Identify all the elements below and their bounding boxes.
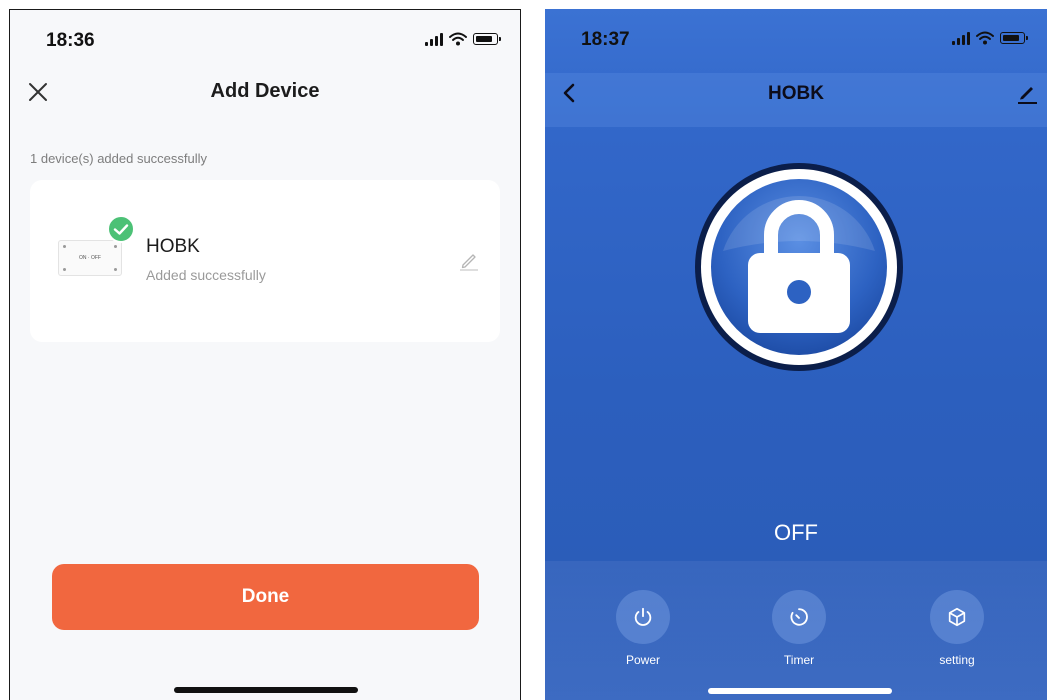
battery-icon bbox=[1000, 32, 1028, 44]
timer-label: Timer bbox=[783, 653, 815, 667]
status-time: 18:36 bbox=[46, 30, 95, 51]
status-icons bbox=[425, 32, 501, 46]
setting-button[interactable] bbox=[930, 590, 984, 644]
cube-icon bbox=[948, 607, 966, 627]
device-title: HOBK bbox=[768, 83, 824, 104]
edit-pen-icon[interactable] bbox=[1015, 81, 1039, 105]
timer-button[interactable] bbox=[772, 590, 826, 644]
timer-icon bbox=[790, 608, 808, 626]
status-icons bbox=[952, 31, 1028, 45]
success-check-icon bbox=[107, 215, 135, 243]
home-indicator[interactable] bbox=[708, 688, 892, 694]
home-indicator[interactable] bbox=[174, 687, 358, 693]
device-status: Added successfully bbox=[146, 267, 266, 283]
done-button[interactable]: Done bbox=[52, 564, 479, 630]
power-control[interactable]: Power bbox=[603, 590, 683, 667]
power-button[interactable] bbox=[616, 590, 670, 644]
battery-icon bbox=[473, 33, 501, 45]
control-bar: Power Timer setting bbox=[545, 561, 1047, 700]
power-icon bbox=[634, 607, 652, 626]
lock-state-text: OFF bbox=[774, 520, 818, 545]
power-label: Power bbox=[625, 653, 660, 667]
setting-label: setting bbox=[939, 653, 975, 667]
device-name: HOBK bbox=[146, 236, 200, 257]
status-bar: 18:37 bbox=[545, 9, 1047, 69]
added-count-note: 1 device(s) added successfully bbox=[30, 151, 208, 166]
status-time: 18:37 bbox=[581, 29, 630, 50]
wifi-icon bbox=[976, 31, 994, 45]
timer-control[interactable]: Timer bbox=[759, 590, 839, 667]
device-thumbnail-label: ON · OFF bbox=[79, 255, 101, 261]
device-card[interactable]: ON · OFF HOBK Added successfully bbox=[30, 180, 500, 342]
wifi-icon bbox=[449, 32, 467, 46]
status-bar: 18:36 bbox=[10, 10, 520, 70]
page-title: Add Device bbox=[210, 80, 320, 102]
setting-control[interactable]: setting bbox=[917, 590, 997, 667]
device-header: HOBK bbox=[545, 73, 1047, 127]
signal-icon bbox=[952, 31, 970, 45]
lock-toggle-icon[interactable] bbox=[693, 161, 905, 373]
device-control-screen: 18:37 HOBK OFF Power Timer setting bbox=[545, 9, 1047, 700]
add-device-screen: 18:36 Add Device 1 device(s) added succe… bbox=[9, 9, 521, 700]
signal-icon bbox=[425, 32, 443, 46]
device-thumbnail: ON · OFF bbox=[58, 240, 122, 276]
edit-name-icon[interactable] bbox=[458, 250, 480, 272]
add-device-header: Add Device bbox=[10, 74, 520, 110]
screenshot-stage: 18:36 Add Device 1 device(s) added succe… bbox=[0, 0, 1047, 700]
